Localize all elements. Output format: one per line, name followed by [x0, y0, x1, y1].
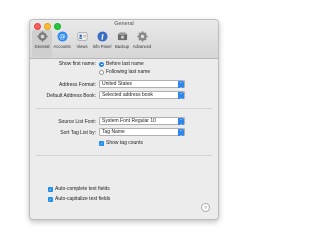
show-tag-counts-checkbox[interactable]: ✓ Show tag counts [99, 140, 143, 146]
chevron-updown-icon: ⌃ ⌄ [178, 128, 184, 137]
show-first-name-label: Show first name: [58, 61, 96, 67]
source-list-font-select[interactable]: System Font Regular 10 ⌃ ⌄ [99, 117, 185, 125]
autocapitalize-checkbox[interactable]: ✓ Auto-capitalize text fields [48, 196, 110, 202]
tab-advanced[interactable]: Advanced [132, 30, 152, 57]
autocomplete-label: Auto-complete text fields [55, 186, 110, 192]
card-icon [77, 31, 88, 42]
checkmark-icon: ✓ [99, 140, 104, 146]
gear-icon [36, 31, 48, 42]
tab-accounts-label: Accounts [53, 44, 71, 49]
address-format-select[interactable]: United States ⌃ ⌄ [99, 80, 185, 88]
tab-advanced-label: Advanced [132, 44, 152, 49]
at-icon: @ [56, 31, 68, 42]
tab-views[interactable]: Views [72, 30, 92, 57]
address-format-label: Address Format: [59, 82, 96, 88]
tab-accounts[interactable]: @ Accounts [52, 30, 72, 57]
title-bar: General General @ Accounts Views i Info … [30, 20, 218, 59]
default-address-book-value: Selected address book [102, 92, 153, 98]
before-last-name-label: Before last name [106, 61, 144, 67]
before-last-name-radio[interactable]: Before last name [99, 61, 144, 67]
source-list-font-label: Source List Font: [58, 119, 96, 125]
toolbar: General @ Accounts Views i Info Panel Ba… [32, 30, 152, 57]
tab-backup[interactable]: Backup [112, 30, 132, 57]
tab-general[interactable]: General [32, 30, 52, 57]
tab-views-label: Views [76, 44, 88, 49]
chevron-updown-icon: ⌃ ⌄ [178, 80, 184, 89]
checkmark-icon: ✓ [48, 186, 53, 192]
default-address-book-label: Default Address Book: [46, 93, 96, 99]
help-button[interactable]: ? [201, 203, 210, 212]
window-title: General [114, 21, 134, 27]
radio-selected-indicator [99, 61, 104, 67]
svg-text:@: @ [59, 33, 65, 41]
info-icon: i [96, 31, 108, 42]
default-address-book-select[interactable]: Selected address book ⌃ ⌄ [99, 91, 185, 99]
radio-unselected-indicator [99, 69, 104, 75]
divider [36, 108, 212, 109]
checkmark-icon: ✓ [48, 196, 53, 202]
source-list-font-value: System Font Regular 10 [102, 118, 156, 124]
general-pane: Show first name: Before last name Follow… [30, 59, 218, 219]
chevron-updown-icon: ⌃ ⌄ [178, 117, 184, 126]
sort-tag-list-label: Sort Tag List by: [60, 130, 96, 136]
show-tag-counts-label: Show tag counts [106, 140, 143, 146]
following-last-name-radio[interactable]: Following last name [99, 69, 150, 75]
tab-info-panel[interactable]: i Info Panel [92, 30, 112, 57]
divider [36, 155, 212, 156]
following-last-name-label: Following last name [106, 69, 151, 75]
backup-icon [117, 31, 128, 42]
address-format-value: United States [102, 81, 133, 87]
autocapitalize-label: Auto-capitalize text fields [55, 196, 111, 202]
tab-general-label: General [34, 44, 50, 49]
tab-backup-label: Backup [115, 44, 129, 49]
gear-advanced-icon [136, 31, 148, 42]
tab-info-panel-label: Info Panel [92, 44, 112, 49]
chevron-updown-icon: ⌃ ⌄ [178, 91, 184, 100]
preferences-window: General General @ Accounts Views i Info … [29, 19, 219, 220]
svg-text:i: i [101, 32, 104, 41]
autocomplete-checkbox[interactable]: ✓ Auto-complete text fields [48, 186, 110, 192]
sort-tag-list-value: Tag Name [102, 129, 125, 135]
sort-tag-list-select[interactable]: Tag Name ⌃ ⌄ [99, 128, 185, 136]
